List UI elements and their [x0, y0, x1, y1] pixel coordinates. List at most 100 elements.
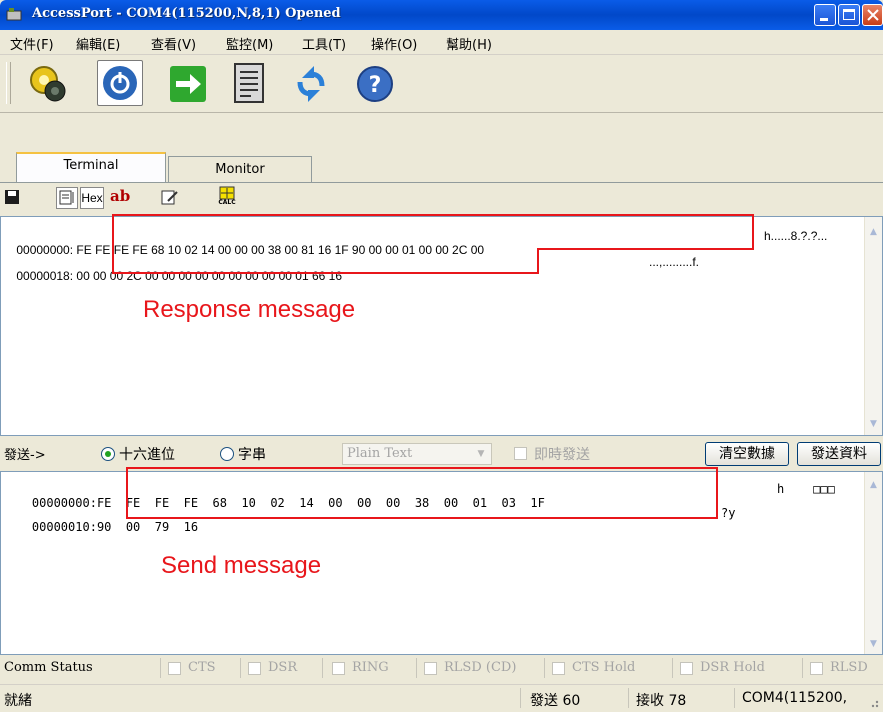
- app-icon: [6, 8, 22, 21]
- menu-view[interactable]: 查看(V): [151, 34, 196, 53]
- menu-operations[interactable]: 操作(O): [371, 34, 417, 53]
- cts-label: CTS: [188, 660, 216, 675]
- response-scrollbar[interactable]: ▲ ▼: [864, 217, 882, 435]
- ring-checkbox: [332, 662, 345, 675]
- menu-file[interactable]: 文件(F): [10, 34, 54, 53]
- divider: [802, 658, 803, 678]
- dsr-label: DSR: [268, 660, 298, 675]
- minimize-icon: [820, 18, 828, 21]
- toolbar-grip: [6, 62, 11, 104]
- view-toggle-button[interactable]: [56, 187, 78, 209]
- send-mode-value: Plain Text: [347, 446, 413, 461]
- menu-tools[interactable]: 工具(T): [302, 34, 346, 53]
- rlsd-hold-label: RLSD: [830, 660, 868, 675]
- list-view-icon: [59, 190, 74, 205]
- hex-radio[interactable]: [101, 447, 115, 461]
- refresh-button[interactable]: [288, 60, 334, 106]
- response-highlight-top: [112, 214, 754, 250]
- scroll-down-icon[interactable]: ▼: [866, 417, 881, 432]
- tab-strip: Terminal Monitor: [0, 152, 883, 182]
- maximize-icon: [843, 9, 855, 20]
- scroll-down-icon[interactable]: ▼: [866, 637, 881, 652]
- menu-monitor[interactable]: 監控(M): [226, 34, 273, 53]
- text-mode-button[interactable]: ab: [110, 187, 130, 205]
- hex-radio-label: 十六進位: [119, 447, 175, 463]
- ready-text: 就緒: [4, 693, 32, 709]
- response-annotation: Response message: [143, 296, 356, 323]
- tab-monitor[interactable]: Monitor: [168, 156, 312, 182]
- dsr-hold-label: DSR Hold: [700, 660, 765, 675]
- send-mode-select[interactable]: Plain Text ▼: [342, 443, 492, 465]
- send-arrow-icon: [170, 66, 206, 102]
- realtime-send-checkbox[interactable]: [514, 447, 527, 460]
- svg-text:?: ?: [369, 73, 382, 98]
- send-annotation: Send message: [161, 552, 322, 579]
- help-icon: ?: [357, 66, 393, 102]
- realtime-send-label: 即時發送: [534, 447, 590, 463]
- hex-mode-button[interactable]: Hex: [80, 187, 104, 209]
- chevron-down-icon: ▼: [477, 449, 485, 459]
- send-data-button[interactable]: 發送資料: [797, 442, 881, 466]
- calc-label: CALC: [218, 199, 236, 206]
- divider: [628, 688, 629, 708]
- power-button[interactable]: [97, 60, 143, 106]
- dsr-hold-checkbox: [680, 662, 693, 675]
- comm-status-bar: Comm Status CTS DSR RING RLSD (CD) CTS H…: [0, 656, 883, 680]
- string-radio[interactable]: [220, 447, 234, 461]
- rlsd-checkbox: [424, 662, 437, 675]
- scroll-up-icon[interactable]: ▲: [866, 478, 881, 493]
- port-status: COM4(115200,: [742, 690, 848, 706]
- terminal-toolbar: Hex ab CALC: [0, 182, 883, 217]
- close-button[interactable]: [862, 4, 883, 26]
- comm-status-label: Comm Status: [4, 660, 93, 675]
- divider: [240, 658, 241, 678]
- row-ascii: ?y: [721, 506, 736, 520]
- status-bar: 就緒 發送 60 接收 78 COM4(115200,: [0, 684, 883, 712]
- calculator-icon: [219, 186, 235, 200]
- power-icon: [103, 66, 137, 100]
- sent-count: 發送 60: [530, 693, 581, 709]
- document-icon: [234, 63, 264, 103]
- response-highlight-edge: [752, 214, 754, 250]
- settings-gear-icon: [30, 66, 66, 102]
- menu-edit[interactable]: 編輯(E): [76, 34, 120, 53]
- divider: [416, 658, 417, 678]
- row-address: 00000018:: [16, 269, 74, 283]
- refresh-icon: [297, 66, 325, 102]
- clear-data-button[interactable]: 清空數據: [705, 442, 789, 466]
- send-button-toolbar[interactable]: [166, 60, 212, 106]
- cts-checkbox: [168, 662, 181, 675]
- send-highlight: [126, 467, 718, 519]
- string-radio-label: 字串: [238, 447, 266, 463]
- tab-terminal[interactable]: Terminal: [16, 152, 166, 182]
- row-address: 00000010:: [31, 520, 97, 534]
- resize-grip-icon[interactable]: [866, 695, 880, 709]
- edit-icon[interactable]: [160, 189, 180, 207]
- cts-hold-checkbox: [552, 662, 565, 675]
- calculator-button[interactable]: CALC: [215, 186, 239, 212]
- save-icon[interactable]: [4, 189, 20, 205]
- divider: [160, 658, 161, 678]
- row-hex: 90 00 79 16: [96, 520, 199, 534]
- maximize-button[interactable]: [838, 4, 860, 26]
- send-label: 發送->: [4, 448, 46, 463]
- menu-help[interactable]: 幫助(H): [446, 34, 492, 53]
- menu-bar: 文件(F) 編輯(E) 查看(V) 監控(M) 工具(T) 操作(O) 幫助(H…: [0, 30, 883, 55]
- send-scrollbar[interactable]: ▲ ▼: [864, 472, 882, 654]
- row-ascii: h......8.?.?...: [764, 229, 828, 243]
- document-button[interactable]: [229, 60, 275, 106]
- send-options-bar: 發送-> 十六進位 字串 Plain Text ▼ 即時發送 清空數據 發送資料: [0, 438, 883, 470]
- rlsd-label: RLSD (CD): [444, 660, 517, 675]
- divider: [544, 658, 545, 678]
- minimize-button[interactable]: [814, 4, 836, 26]
- response-highlight-bottom: [112, 248, 539, 274]
- received-count: 接收 78: [636, 693, 687, 709]
- window-title: AccessPort - COM4(115200,N,8,1) Opened: [32, 6, 341, 21]
- response-highlight-step: [537, 248, 754, 250]
- help-button[interactable]: ?: [353, 60, 399, 106]
- title-bar: AccessPort - COM4(115200,N,8,1) Opened: [0, 0, 883, 30]
- row-ascii: h □□□: [777, 482, 835, 496]
- scroll-up-icon[interactable]: ▲: [866, 225, 881, 240]
- settings-button[interactable]: [24, 60, 70, 106]
- row-ascii: ...,.........f.: [649, 255, 700, 269]
